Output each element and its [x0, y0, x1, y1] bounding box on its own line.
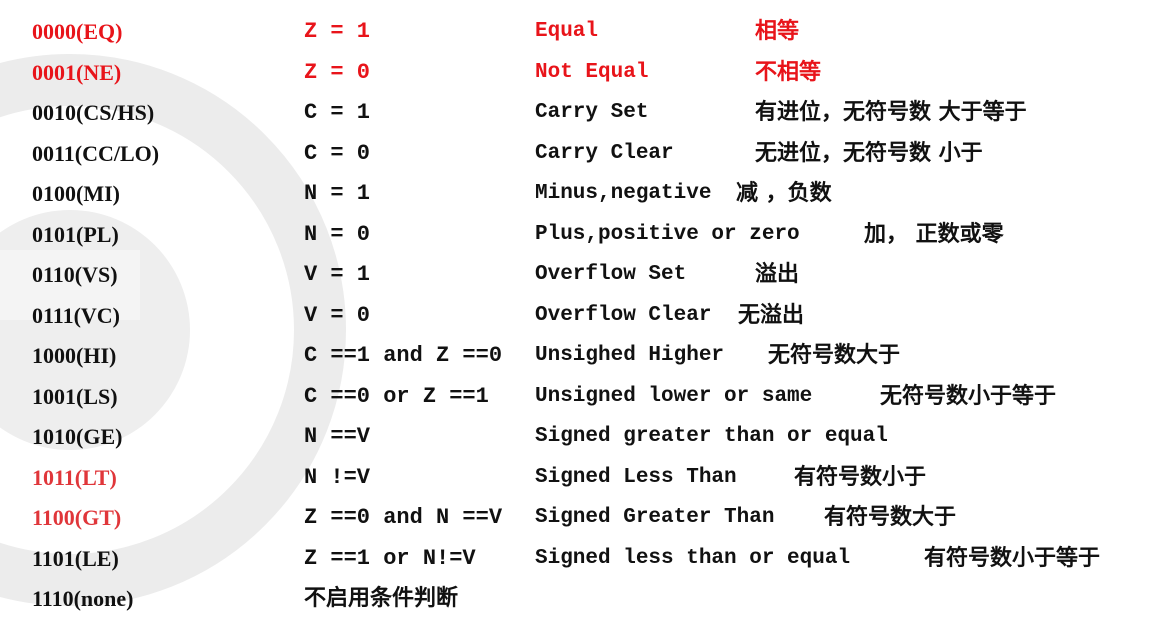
chinese-meaning: 有符号数小于等于 — [924, 545, 1101, 571]
condition-code: 1101(LE) — [32, 545, 119, 571]
table-row: 0011(CC/LO) C = 0 Carry Clear 无进位，无符号数 小… — [32, 134, 1147, 175]
condition-code: 0111(VC) — [32, 302, 120, 328]
condition-code: 0000(EQ) — [32, 19, 123, 44]
flag-condition: Z = 1 — [304, 19, 371, 44]
condition-code: 1000(HI) — [32, 343, 117, 368]
table-row: 0111(VC) V = 0 Overflow Clear 无溢出 — [32, 296, 1147, 337]
table-row: 0110(VS) V = 1 Overflow Set 溢出 — [32, 255, 1147, 296]
condition-description: Carry Clear — [535, 141, 674, 165]
flag-condition: V = 1 — [304, 262, 371, 287]
condition-description: Signed greater than or equal — [535, 425, 888, 448]
condition-code: 1011(LT) — [32, 464, 117, 490]
table-row: 1001(LS) C ==0 or Z ==1 Unsigned lower o… — [32, 377, 1147, 418]
condition-code: 1001(LS) — [32, 383, 118, 409]
chinese-meaning: 有进位，无符号数 大于等于 — [755, 100, 1027, 125]
table-row: 0010(CS/HS) C = 1 Carry Set 有进位，无符号数 大于等… — [32, 93, 1147, 134]
flag-condition: N = 0 — [304, 221, 371, 247]
condition-code: 1110(none) — [32, 586, 134, 611]
table-row: 0101(PL) N = 0 Plus,positive or zero 加， … — [32, 215, 1147, 256]
chinese-meaning: 无溢出 — [738, 302, 805, 328]
chinese-meaning: 相等 — [755, 19, 800, 44]
flag-condition: C = 1 — [304, 100, 371, 125]
condition-code: 0010(CS/HS) — [32, 100, 155, 125]
condition-description: Minus,negative — [535, 182, 712, 205]
chinese-meaning: 无进位，无符号数 小于 — [755, 140, 983, 166]
flag-condition: C = 0 — [304, 140, 371, 166]
condition-description: Signed less than or equal — [535, 546, 851, 570]
condition-code: 0101(PL) — [32, 221, 119, 247]
condition-code: 0001(NE) — [32, 59, 122, 85]
condition-code: 1010(GE) — [32, 424, 123, 449]
table-row: 1000(HI) C ==1 and Z ==0 Unsighed Higher… — [32, 336, 1147, 377]
flag-condition: Z ==1 or N!=V — [304, 545, 476, 571]
chinese-meaning: 有符号数小于 — [794, 464, 927, 490]
chinese-meaning: 无符号数小于等于 — [880, 383, 1057, 409]
condition-description: Plus,positive or zero — [535, 222, 800, 246]
condition-code: 0110(VS) — [32, 262, 118, 287]
chinese-meaning: 减 ，负数 — [736, 181, 832, 206]
table-row: 0001(NE) Z = 0 Not Equal 不相等 — [32, 53, 1147, 94]
chinese-meaning: 溢出 — [755, 262, 800, 287]
condition-description: Overflow Set — [535, 263, 687, 286]
condition-code: 0100(MI) — [32, 181, 120, 206]
table-row: 1010(GE) N ==V Signed greater than or eq… — [32, 417, 1147, 458]
condition-code-table: 0000(EQ) Z = 1 Equal 相等 0001(NE) Z = 0 N… — [32, 12, 1147, 620]
table-row: 1100(GT) Z ==0 and N ==V Signed Greater … — [32, 498, 1147, 539]
table-row: 1110(none) 不启用条件判断 — [32, 579, 1147, 620]
condition-description: Not Equal — [535, 60, 649, 84]
flag-condition: 不启用条件判断 — [304, 586, 459, 611]
condition-description: Carry Set — [535, 101, 649, 124]
flag-condition: N ==V — [304, 424, 371, 449]
table-row: 0000(EQ) Z = 1 Equal 相等 — [32, 12, 1147, 53]
flag-condition: C ==0 or Z ==1 — [304, 383, 489, 409]
condition-description: Unsigned lower or same — [535, 384, 813, 408]
chinese-meaning: 不相等 — [755, 59, 822, 85]
condition-description: Signed Greater Than — [535, 506, 775, 529]
table-row: 1101(LE) Z ==1 or N!=V Signed less than … — [32, 539, 1147, 580]
condition-code: 0011(CC/LO) — [32, 140, 160, 166]
flag-condition: V = 0 — [304, 302, 371, 328]
condition-description: Equal — [535, 20, 599, 43]
flag-condition: C ==1 and Z ==0 — [304, 343, 503, 368]
table-row: 0100(MI) N = 1 Minus,negative 减 ，负数 — [32, 174, 1147, 215]
flag-condition: Z = 0 — [304, 59, 371, 85]
table-row: 1011(LT) N !=V Signed Less Than 有符号数小于 — [32, 458, 1147, 499]
condition-description: Overflow Clear — [535, 303, 712, 327]
condition-description: Unsighed Higher — [535, 344, 725, 367]
flag-condition: N !=V — [304, 464, 371, 490]
flag-condition: Z ==0 and N ==V — [304, 505, 503, 530]
condition-code: 1100(GT) — [32, 505, 122, 530]
chinese-meaning: 加， 正数或零 — [864, 221, 1004, 247]
chinese-meaning: 无符号数大于 — [768, 343, 901, 368]
chinese-meaning: 有符号数大于 — [824, 505, 957, 530]
condition-description: Signed Less Than — [535, 465, 737, 489]
flag-condition: N = 1 — [304, 181, 371, 206]
